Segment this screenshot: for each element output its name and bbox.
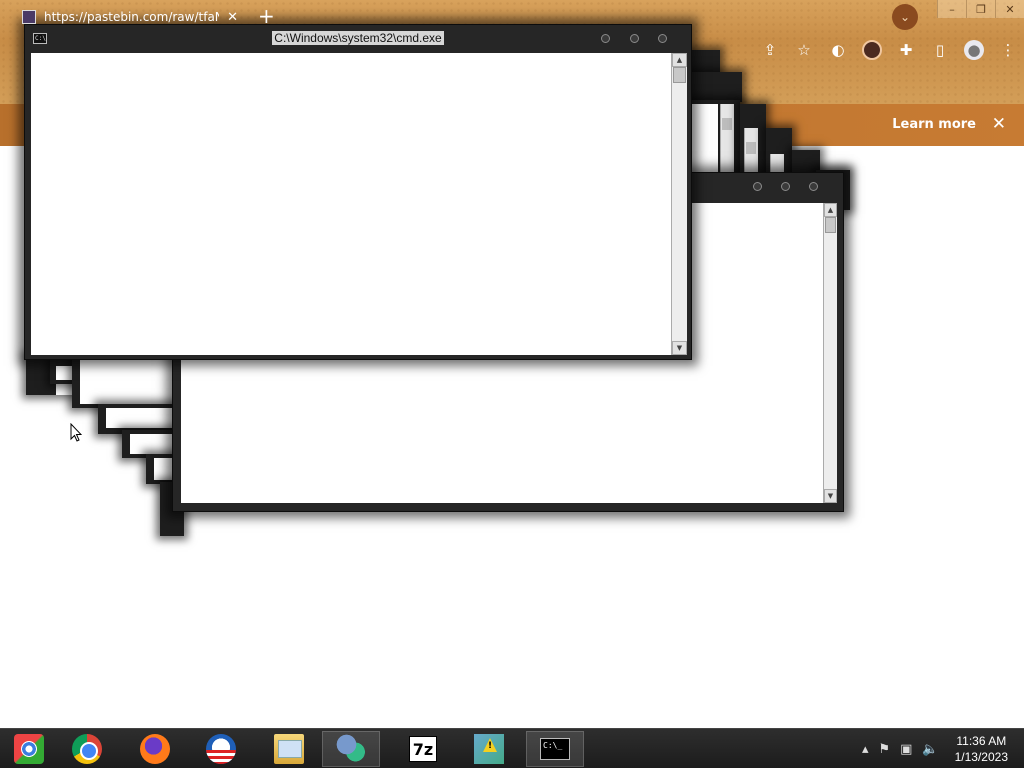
taskbar-warning-app[interactable]: [460, 731, 518, 767]
taskbar-firefox[interactable]: [126, 731, 184, 767]
tab-title: https://pastebin.com/raw/tfaN: [44, 10, 220, 24]
puzzle-icon[interactable]: ✚: [896, 40, 916, 60]
ghost-window: [690, 100, 740, 180]
taskbar-chrome[interactable]: [58, 731, 116, 767]
restore-button[interactable]: ❐: [966, 0, 995, 18]
browser-tab[interactable]: https://pastebin.com/raw/tfaN ✕: [12, 2, 248, 32]
scroll-up-icon[interactable]: ▲: [824, 203, 837, 217]
profile-icon[interactable]: ●: [964, 40, 984, 60]
firefox-icon: [140, 734, 170, 764]
network-icon[interactable]: ▣: [900, 742, 912, 757]
cmd-window-title: C:\Windows\system32\cmd.exe: [272, 31, 444, 45]
tab-close-icon[interactable]: ✕: [227, 10, 238, 25]
close-dot-icon[interactable]: [658, 34, 667, 43]
cmd-scrollbar[interactable]: ▲ ▼: [671, 53, 687, 355]
show-hidden-icons-icon[interactable]: ▴: [862, 742, 869, 757]
clock-date: 1/13/2023: [954, 750, 1008, 764]
translate-icon[interactable]: ◐: [828, 40, 848, 60]
scroll-thumb[interactable]: [673, 67, 686, 83]
pastebin-favicon-icon: [22, 10, 36, 24]
scroll-thumb[interactable]: [825, 217, 836, 233]
taskbar-msn[interactable]: [322, 731, 380, 767]
minimize-dot-icon[interactable]: [601, 34, 610, 43]
share-icon[interactable]: ⇪: [760, 40, 780, 60]
system-tray: ▴ ⚑ ▣ 🔈 11:36 AM 1/13/2023: [862, 729, 1024, 768]
7zip-icon: 7z: [409, 736, 437, 762]
folder-icon: [274, 734, 304, 764]
messenger-icon: [336, 734, 366, 764]
ghost-window: [690, 72, 742, 102]
minimize-dot-icon[interactable]: [753, 182, 762, 191]
cmd-console[interactable]: [31, 53, 671, 355]
learn-more-link[interactable]: Learn more: [892, 117, 976, 132]
menu-icon[interactable]: ⋮: [998, 40, 1018, 60]
taskbar: 7z C:\_ ▴ ⚑ ▣ 🔈 11:36 AM 1/13/2023: [0, 728, 1024, 768]
taskbar-obama[interactable]: [192, 731, 250, 767]
cmd-scrollbar[interactable]: ▲ ▼: [823, 203, 837, 503]
new-tab-button[interactable]: +: [258, 4, 275, 28]
taskbar-file-explorer[interactable]: [260, 731, 318, 767]
chrome-icon: [72, 734, 102, 764]
cmd-icon: C:\_: [540, 738, 570, 760]
cmd-window-front[interactable]: C:\ C:\Windows\system32\cmd.exe ▲ ▼: [24, 24, 692, 360]
maximize-dot-icon[interactable]: [781, 182, 790, 191]
star-icon[interactable]: ☆: [794, 40, 814, 60]
start-icon: [14, 734, 44, 764]
taskbar-cmd[interactable]: C:\_: [526, 731, 584, 767]
sidepanel-icon[interactable]: ▯: [930, 40, 950, 60]
tab-search-button[interactable]: ⌄: [892, 4, 918, 30]
obama-logo-icon: [206, 734, 236, 764]
minimize-button[interactable]: –: [937, 0, 966, 18]
clock-time: 11:36 AM: [956, 734, 1007, 748]
volume-icon[interactable]: 🔈: [922, 742, 938, 757]
close-dot-icon[interactable]: [809, 182, 818, 191]
maximize-dot-icon[interactable]: [630, 34, 639, 43]
taskbar-start[interactable]: [0, 731, 58, 767]
warning-icon: [474, 734, 504, 764]
action-center-flag-icon[interactable]: ⚑: [878, 742, 890, 757]
browser-window-controls: – ❐ ✕: [937, 0, 1024, 18]
scroll-down-icon[interactable]: ▼: [672, 341, 687, 355]
banner-close-icon[interactable]: ✕: [992, 114, 1006, 134]
browser-toolbar: ⇪ ☆ ◐ ✚ ▯ ● ⋮: [760, 40, 1018, 60]
taskbar-7zip[interactable]: 7z: [394, 731, 452, 767]
scroll-up-icon[interactable]: ▲: [672, 53, 687, 67]
extension-avatar-icon[interactable]: [862, 40, 882, 60]
close-button[interactable]: ✕: [995, 0, 1024, 18]
ghost-window: [72, 356, 182, 408]
clock[interactable]: 11:36 AM 1/13/2023: [955, 733, 1008, 765]
scroll-down-icon[interactable]: ▼: [824, 489, 837, 503]
